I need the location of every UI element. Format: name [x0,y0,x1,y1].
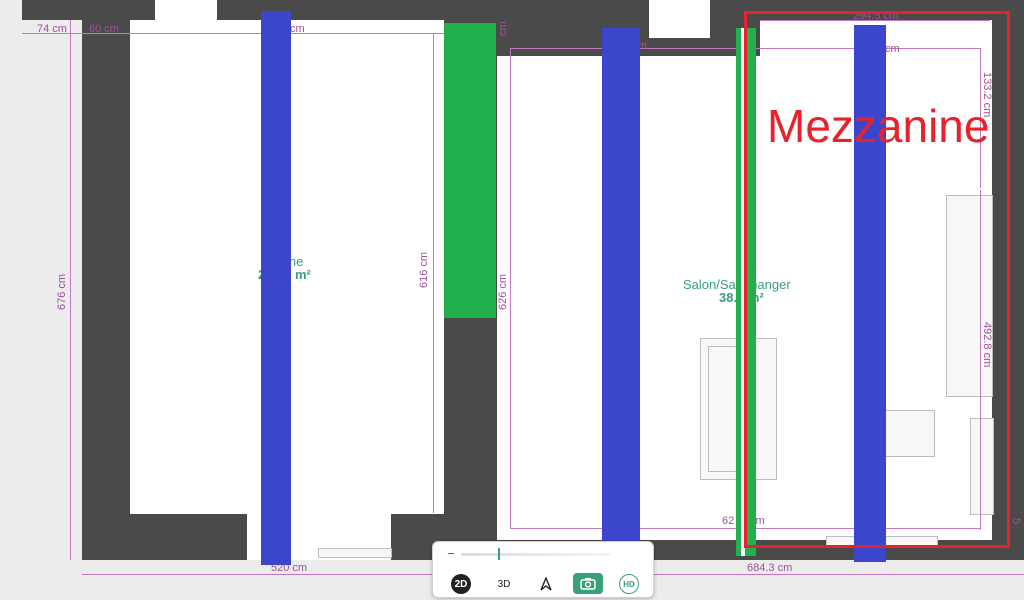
view-3d-button[interactable]: 3D [493,574,515,594]
dim-60: 60 cm [89,23,119,35]
dim-74: 74 cm [37,23,67,35]
dim-line-676 [70,20,71,560]
dim-626: 626 cm [497,273,509,310]
zoom-slider-handle[interactable] [498,548,500,560]
blue-marker-left[interactable] [261,11,291,565]
compass-icon[interactable] [536,574,556,594]
dim-line-616 [433,33,434,513]
zoom-slider-track[interactable] [461,553,611,556]
dim-676: 676 cm [56,273,68,310]
window-top-left [155,0,217,20]
dim-616: 616 cm [418,251,430,288]
dim-top-left-partial: cm [290,23,305,35]
dim-6843: 684.3 cm [747,562,793,574]
dim-top-column: cm [497,21,509,36]
blue-marker-center[interactable] [602,28,640,564]
dim-line-626 [510,48,511,528]
dim-62-inner: 62 [722,515,735,527]
wall-left-outer [82,20,130,560]
window-bottom-left [318,548,392,558]
room-left-area: m² [295,267,311,282]
wall-top-left [22,0,155,20]
window-top-right [649,0,710,38]
dim-right-partial: 5 [1010,518,1022,525]
mezzanine-label: Mezzanine [767,100,990,152]
green-marker-door[interactable] [444,23,496,318]
view-2d-button[interactable]: 2D [451,574,471,594]
view-toolbar: − 2D 3D HD [432,541,654,598]
zoom-minus-button[interactable]: − [443,544,459,562]
hd-button[interactable]: HD [619,574,639,594]
mezzanine-box [744,11,1010,548]
camera-icon[interactable] [573,573,603,594]
